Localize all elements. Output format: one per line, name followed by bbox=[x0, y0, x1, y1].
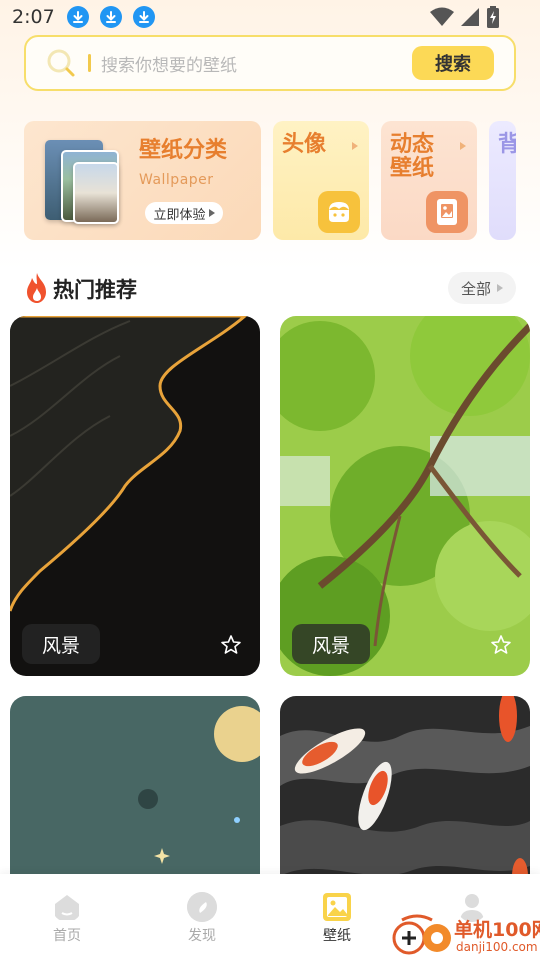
favorite-star-icon[interactable] bbox=[220, 634, 242, 656]
battery-icon bbox=[487, 6, 499, 28]
signal-icon bbox=[461, 8, 479, 26]
favorite-star-icon[interactable] bbox=[490, 634, 512, 656]
try-now-button[interactable]: 立即体验 bbox=[145, 202, 223, 224]
status-bar: 2:07 bbox=[0, 0, 540, 34]
arrow-icon bbox=[460, 142, 466, 150]
category-card-live-wallpaper[interactable]: 动态 壁纸 bbox=[381, 121, 477, 240]
arrow-icon bbox=[352, 142, 358, 150]
search-bar[interactable]: 搜索你想要的壁纸 搜索 bbox=[24, 35, 516, 91]
category-card-wallpaper[interactable]: 壁纸分类 Wallpaper 立即体验 bbox=[24, 121, 261, 240]
tab-discover[interactable]: 发现 bbox=[172, 892, 232, 945]
category-title-background: 背 bbox=[498, 132, 516, 157]
tab-label: 发现 bbox=[188, 928, 216, 944]
watermark: 单机100网 danji100.com bbox=[392, 914, 540, 958]
photo-stack-image bbox=[45, 140, 119, 224]
wallpaper-card[interactable] bbox=[280, 696, 530, 896]
category-tag: 风景 bbox=[292, 624, 370, 664]
wallpaper-card[interactable]: 风景 bbox=[280, 316, 530, 676]
image-phone-icon bbox=[426, 191, 468, 233]
wallpaper-card[interactable] bbox=[10, 696, 260, 896]
status-time: 2:07 bbox=[12, 6, 55, 28]
category-card-background[interactable]: 背 bbox=[489, 121, 516, 240]
search-icon bbox=[46, 48, 76, 78]
avatar-face-icon bbox=[318, 191, 360, 233]
wallpaper-image-koi bbox=[280, 696, 530, 896]
wallpaper-card[interactable]: 风景 bbox=[10, 316, 260, 676]
compass-icon bbox=[187, 892, 217, 922]
category-card-avatar[interactable]: 头像 bbox=[273, 121, 369, 240]
category-tag: 风景 bbox=[22, 624, 100, 664]
arrow-icon bbox=[497, 284, 503, 292]
search-button[interactable]: 搜索 bbox=[412, 46, 494, 80]
home-icon bbox=[55, 895, 79, 920]
search-input[interactable]: 搜索你想要的壁纸 bbox=[101, 51, 412, 76]
wallpaper-icon bbox=[323, 893, 351, 921]
download-icon bbox=[132, 6, 155, 28]
tab-wallpaper[interactable]: 壁纸 bbox=[307, 892, 367, 945]
play-arrow-icon bbox=[208, 209, 215, 217]
fire-icon bbox=[27, 273, 46, 303]
wallpaper-image-night-sky bbox=[10, 696, 260, 896]
watermark-logo bbox=[392, 914, 451, 955]
category-title-wallpaper: 壁纸分类 bbox=[139, 138, 228, 163]
download-icon bbox=[66, 6, 89, 28]
wallpaper-image-leaves bbox=[280, 316, 530, 676]
download-icon bbox=[99, 6, 122, 28]
tab-label: 首页 bbox=[53, 928, 81, 944]
watermark-url: danji100.com bbox=[456, 940, 538, 954]
category-title-live: 动态 壁纸 bbox=[390, 133, 434, 181]
tab-home[interactable]: 首页 bbox=[37, 892, 97, 945]
wallpaper-image-beach bbox=[10, 316, 260, 676]
tab-label: 壁纸 bbox=[323, 928, 351, 944]
category-title-live-line2: 壁纸 bbox=[390, 155, 435, 181]
text-cursor bbox=[88, 54, 91, 72]
watermark-text: 单机100网 bbox=[454, 919, 540, 941]
try-now-label: 立即体验 bbox=[153, 207, 206, 223]
section-title: 热门推荐 bbox=[53, 278, 137, 302]
category-title-live-line1: 动态 bbox=[390, 132, 435, 157]
view-all-label: 全部 bbox=[460, 279, 491, 298]
wifi-icon bbox=[430, 7, 454, 26]
view-all-button[interactable]: 全部 bbox=[448, 272, 516, 304]
category-title-avatar: 头像 bbox=[282, 132, 327, 157]
category-subtitle-wallpaper: Wallpaper bbox=[139, 172, 214, 188]
